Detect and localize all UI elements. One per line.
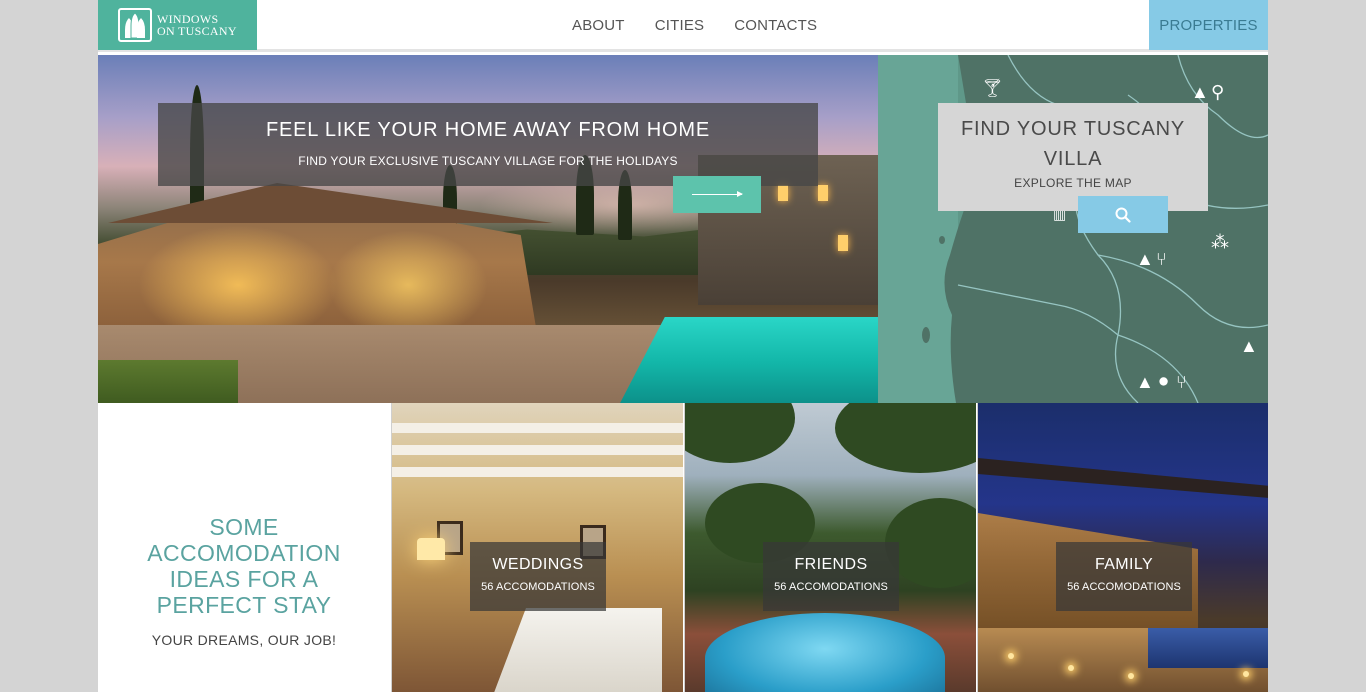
- properties-button[interactable]: PROPERTIES: [1149, 0, 1268, 50]
- hero-window: [818, 185, 828, 201]
- hero-light-glow: [328, 230, 488, 340]
- hero-caption: FEEL LIKE YOUR HOME AWAY FROM HOME FIND …: [158, 103, 818, 186]
- cycling-icon: ⚲: [1211, 82, 1225, 102]
- nav-item-cities[interactable]: CITIES: [655, 17, 705, 34]
- card-title: FAMILY: [1094, 556, 1154, 573]
- map-subtitle: EXPLORE THE MAP: [1014, 176, 1132, 190]
- garden-light: [1243, 671, 1249, 677]
- ceiling-beam: [392, 445, 683, 455]
- tree-icon: ▲: [1240, 336, 1258, 356]
- logo[interactable]: WINDOWS ON TUSCANY: [98, 0, 257, 50]
- fork-knife-icon: ⑂: [1156, 249, 1167, 269]
- fork-knife-icon: ⑂: [1176, 372, 1187, 392]
- spa-stones-icon: ⚫︎: [1156, 372, 1172, 392]
- lamp: [417, 538, 445, 560]
- ideas-title: SOME ACCOMODATION IDEAS FOR A PERFECT ST…: [147, 514, 341, 618]
- map-panel[interactable]: 🍸︎ ▲ ⚲ ▥ ⁂ ▲ ⑂ ▲ ▲ ⚫︎ ⑂ FIND YOUR TUSCAN…: [878, 55, 1268, 403]
- card-label: FAMILY 56 ACCOMODATIONS: [1056, 542, 1192, 611]
- roof: [978, 458, 1268, 498]
- hero-title: FEEL LIKE YOUR HOME AWAY FROM HOME: [266, 119, 710, 141]
- map-caption: FIND YOUR TUSCANY VILLA EXPLORE THE MAP: [938, 103, 1208, 211]
- map-search-button[interactable]: [1078, 196, 1168, 233]
- category-card-friends[interactable]: FRIENDS 56 ACCOMODATIONS: [684, 403, 976, 692]
- site-header: WINDOWS ON TUSCANY ABOUT CITIES CONTACTS…: [98, 0, 1268, 52]
- hero-window: [838, 235, 848, 251]
- category-card-weddings[interactable]: WEDDINGS 56 ACCOMODATIONS: [391, 403, 683, 692]
- ceiling-beam: [392, 423, 683, 433]
- arrow-right-icon: [692, 191, 743, 197]
- garden-light: [1128, 673, 1134, 679]
- cypress-trees-icon: [118, 8, 152, 42]
- card-title: FRIENDS: [794, 556, 868, 573]
- garden-light: [1068, 665, 1074, 671]
- pool: [705, 613, 945, 692]
- search-icon: [1115, 207, 1131, 223]
- tree-icon: ▲: [1136, 372, 1154, 392]
- card-count: 56 ACCOMODATIONS: [1067, 581, 1181, 593]
- grapes-icon: ⁂: [1211, 232, 1229, 252]
- card-count: 56 ACCOMODATIONS: [774, 581, 888, 593]
- hero-grass: [98, 360, 238, 403]
- tree-canopy: [835, 403, 976, 473]
- card-count: 56 ACCOMODATIONS: [481, 581, 595, 593]
- cocktail-icon: 🍸︎: [981, 78, 1004, 98]
- card-title: WEDDINGS: [492, 556, 584, 573]
- page: WINDOWS ON TUSCANY ABOUT CITIES CONTACTS…: [98, 0, 1268, 692]
- ideas-block: SOME ACCOMODATION IDEAS FOR A PERFECT ST…: [98, 403, 390, 692]
- hero-subtitle: FIND YOUR EXCLUSIVE TUSCANY VILLAGE FOR …: [298, 154, 678, 168]
- nav-item-about[interactable]: ABOUT: [572, 17, 625, 34]
- tree-icon: ▲: [1191, 82, 1209, 102]
- logo-line-2: ON TUSCANY: [157, 24, 237, 38]
- ceiling-beam: [392, 467, 683, 477]
- tree-canopy: [685, 403, 795, 463]
- nav-item-contacts[interactable]: CONTACTS: [734, 17, 817, 34]
- garden-light: [1008, 653, 1014, 659]
- category-card-family[interactable]: FAMILY 56 ACCOMODATIONS: [977, 403, 1268, 692]
- hero-arrow-button[interactable]: [673, 176, 761, 213]
- logo-text: WINDOWS ON TUSCANY: [157, 13, 237, 37]
- hero-banner: FEEL LIKE YOUR HOME AWAY FROM HOME FIND …: [98, 55, 878, 403]
- pool: [1148, 628, 1268, 668]
- map-title: FIND YOUR TUSCANY VILLA: [960, 118, 1185, 170]
- hero-window: [778, 185, 788, 201]
- card-label: WEDDINGS 56 ACCOMODATIONS: [470, 542, 606, 611]
- tree-icon: ▲: [1136, 249, 1154, 269]
- bed: [492, 608, 662, 692]
- main-nav: ABOUT CITIES CONTACTS: [572, 0, 817, 50]
- ideas-subtitle: YOUR DREAMS, OUR JOB!: [151, 632, 337, 648]
- card-label: FRIENDS 56 ACCOMODATIONS: [763, 542, 899, 611]
